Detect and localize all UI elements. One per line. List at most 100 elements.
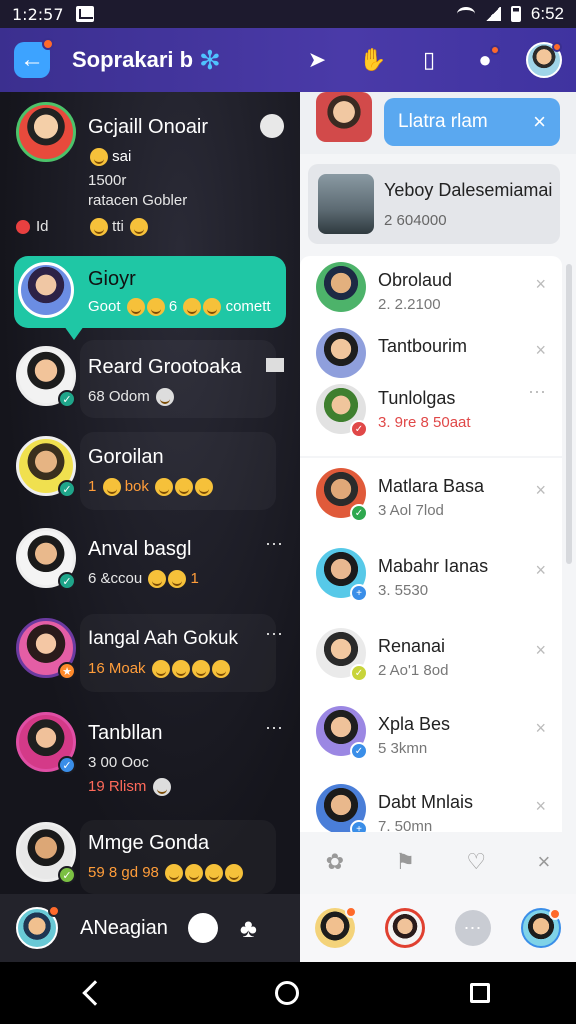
my-avatar[interactable] — [16, 905, 60, 949]
avatar — [316, 328, 366, 378]
chat-name: Reard Grootoaka — [88, 356, 242, 378]
dismiss-icon[interactable]: × — [535, 718, 546, 739]
contact-row[interactable]: ✓ Matlara Basa 3 Aol 7lod × — [300, 462, 562, 534]
nav-home-icon[interactable] — [274, 981, 299, 1005]
app-actions: ➤ ✋ ▯ ● — [302, 42, 562, 78]
status-badge: ✓ — [350, 420, 368, 438]
chat-preview-text: 59 8 gd 98 — [88, 864, 159, 881]
dismiss-icon[interactable]: × — [535, 480, 546, 501]
avatar[interactable] — [521, 908, 561, 948]
chat-item[interactable]: ✓ Tanbllan ⋯ 3 00 Ooc 19 Rlism — [0, 704, 300, 802]
right-header: Llatra rlam × — [300, 92, 576, 154]
dismiss-icon[interactable]: × — [535, 640, 546, 661]
chat-preview: Goot 6 comett — [88, 298, 271, 317]
status-clock: 6:52 — [530, 4, 564, 23]
close-icon[interactable]: × — [537, 849, 550, 875]
dismiss-icon[interactable]: × — [535, 274, 546, 295]
emoji-icon — [155, 478, 174, 497]
emoji-icon — [211, 660, 230, 679]
contact-row[interactable]: ✓ Tunlolgas 3. 9re 8 50aat ⋯ — [300, 378, 562, 450]
more-icon[interactable]: ⋯ — [528, 382, 546, 403]
chat-item[interactable]: ✓ Goroilan 1 bok — [0, 432, 300, 520]
gallery-notification-icon — [75, 6, 94, 22]
nav-recents-icon[interactable] — [470, 983, 491, 1003]
chat-emoji-line: sai — [88, 148, 131, 167]
search-pill[interactable]: Llatra rlam × — [384, 98, 560, 146]
rocket-icon[interactable]: ➤ — [302, 45, 332, 75]
contact-row[interactable]: ✓ Renanai 2 Ao'1 8od × — [300, 622, 562, 694]
more-icon[interactable]: ⋯ — [265, 718, 284, 739]
chat-preview-text: 1 — [190, 570, 199, 587]
hand-icon[interactable]: ✋ — [358, 45, 388, 75]
leaf-icon[interactable]: ✿ — [326, 849, 344, 875]
cards-icon[interactable]: ▯ — [414, 45, 444, 75]
chat-item[interactable]: ★ Iangal Aah Gokuk ⋯ 16 Moak — [0, 614, 300, 702]
chat-preview-text: 6 &ccou — [88, 570, 143, 587]
emoji-icon — [90, 148, 108, 167]
avatar[interactable] — [316, 92, 372, 142]
status-badge: ★ — [58, 662, 76, 680]
more-icon[interactable]: ⋯ — [265, 624, 284, 645]
system-nav-bar — [0, 962, 576, 1024]
dismiss-icon[interactable]: × — [535, 340, 546, 361]
dismiss-icon[interactable]: × — [535, 796, 546, 817]
group-icon[interactable]: ♣ — [240, 913, 257, 944]
contact-meta: 2. 2.2100 — [378, 296, 441, 313]
chat-preview-text: 1 — [88, 478, 97, 495]
contact-name: Obrolaud — [378, 270, 453, 290]
swirl-icon[interactable] — [187, 913, 218, 943]
scrollbar[interactable] — [566, 264, 572, 564]
more-icon[interactable]: ⋯ — [265, 534, 284, 555]
contact-name: Matlara Basa — [378, 476, 485, 496]
bottom-bar-left: ANeagian ♣ — [0, 894, 300, 962]
active-chat-item[interactable]: Gioyr Goot 6 comett — [14, 256, 286, 340]
chat-line: 1500r — [88, 172, 127, 189]
emoji-icon — [126, 298, 145, 317]
flag-icon[interactable]: ⚑ — [395, 849, 415, 875]
contact-meta: 3. 5530 — [378, 582, 429, 599]
avatar-badge — [345, 906, 357, 918]
emoji-icon — [183, 298, 202, 317]
dismiss-icon[interactable]: × — [535, 560, 546, 581]
emoji-icon — [151, 660, 170, 679]
alert-dot-icon — [16, 220, 30, 234]
contact-row[interactable]: + Mabahr Ianas 3. 5530 × — [300, 542, 562, 614]
emoji-icon — [102, 478, 121, 497]
chat-name: Iangal Aah Gokuk — [88, 628, 238, 649]
contact-row[interactable]: ✓ Xpla Bes 5 3kmn × — [300, 700, 562, 772]
leaf-icon[interactable] — [260, 114, 284, 138]
contact-row[interactable]: Obrolaud 2. 2.2100 × — [300, 256, 562, 328]
avatar[interactable] — [385, 908, 425, 948]
chat-card — [80, 614, 276, 692]
mail-icon[interactable] — [266, 358, 284, 372]
chat-preview: 1 bok — [88, 478, 214, 497]
status-badge: ✓ — [350, 504, 368, 522]
profile-avatar[interactable] — [526, 42, 562, 78]
emoji-icon — [195, 478, 214, 497]
contacts-pane: Llatra rlam × Yeboy Dalesemiamai 2 60400… — [300, 92, 576, 894]
back-arrow-icon: ← — [20, 46, 44, 73]
emoji-icon — [203, 298, 222, 317]
chat-item[interactable]: ✓ Mmge Gonda 59 8 gd 98 — [0, 812, 300, 894]
bottom-bar-right: ⋯ — [300, 894, 576, 962]
chat-preview-text: Goot — [88, 298, 121, 315]
chat-list-pane: Gcjaill Onoair sai 1500r ratacen Gobler … — [0, 92, 300, 894]
contact-meta: 3 Aol 7lod — [378, 502, 444, 519]
back-button[interactable]: ← — [14, 38, 54, 78]
chat-item[interactable]: Gcjaill Onoair sai 1500r ratacen Gobler … — [0, 92, 300, 252]
heart-icon[interactable]: ♡ — [466, 849, 486, 875]
chat-preview-text: 16 Moak — [88, 660, 146, 677]
status-badge: ✓ — [350, 664, 368, 682]
avatar[interactable] — [315, 906, 357, 948]
close-icon[interactable]: × — [533, 109, 546, 135]
chat-item[interactable]: ✓ Anval basgl ⋯ 6 &ccou 1 — [0, 524, 300, 612]
featured-card[interactable]: Yeboy Dalesemiamai 2 604000 — [308, 164, 560, 244]
more-icon[interactable]: ⋯ — [455, 910, 491, 946]
featured-subtitle: 2 604000 — [384, 212, 447, 229]
chat-bubble-icon[interactable]: ● — [470, 45, 500, 75]
chat-preview: 68 Odom — [88, 388, 174, 407]
nav-back-icon[interactable] — [81, 980, 108, 1006]
chat-item[interactable]: ✓ Reard Grootoaka 68 Odom — [0, 340, 300, 428]
featured-thumbnail — [318, 174, 374, 234]
contact-group: ✓ Matlara Basa 3 Aol 7lod × + Mabahr Ian… — [300, 458, 562, 838]
